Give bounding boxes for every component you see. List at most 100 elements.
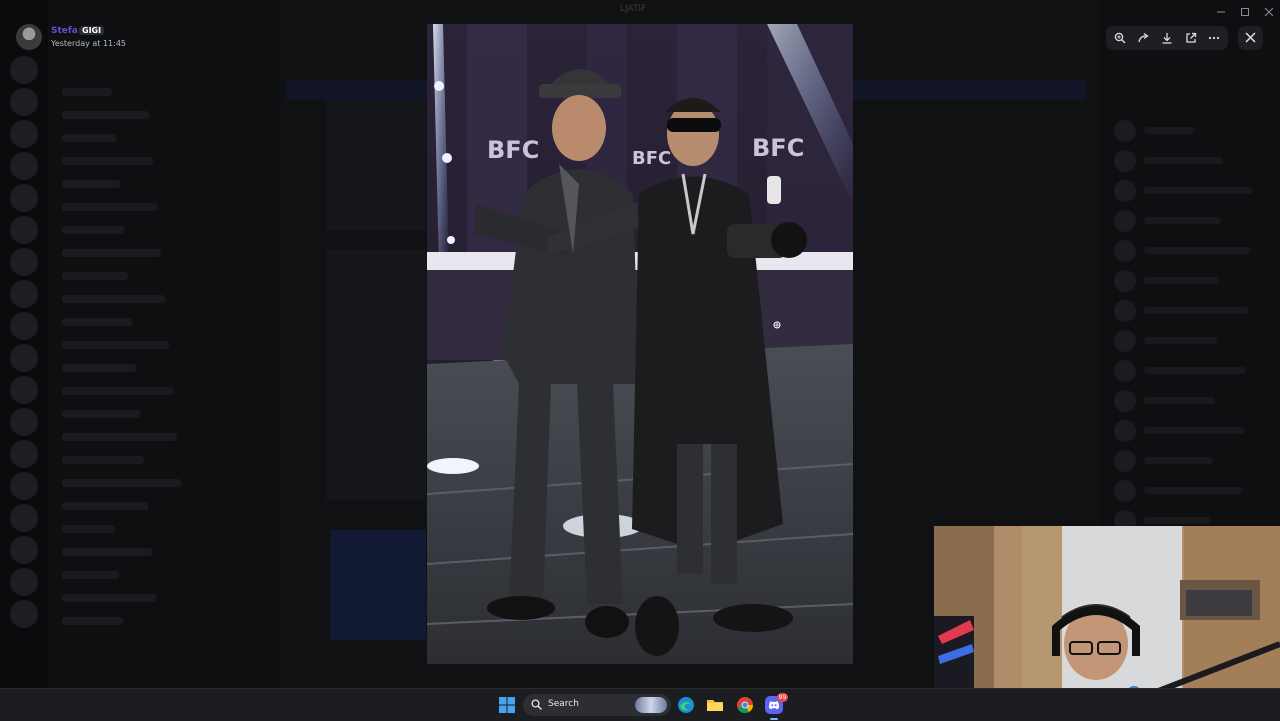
photo-illustration: BFC BFC BFC bbox=[427, 24, 853, 664]
channel-placeholder bbox=[62, 456, 144, 464]
window-title: LJATIF bbox=[620, 4, 647, 14]
server-icon bbox=[10, 376, 38, 404]
channel-placeholder bbox=[62, 203, 157, 211]
server-icon bbox=[10, 184, 38, 212]
member-name-placeholder bbox=[1144, 247, 1250, 254]
member-avatar-placeholder bbox=[1114, 270, 1136, 292]
taskbar-search[interactable]: Search bbox=[523, 694, 671, 716]
member-avatar-placeholder bbox=[1114, 330, 1136, 352]
chrome-icon[interactable] bbox=[736, 696, 754, 714]
windows-taskbar: Search 99 bbox=[0, 688, 1280, 721]
member-name-placeholder bbox=[1144, 157, 1223, 164]
zoom-in-button[interactable] bbox=[1110, 28, 1130, 48]
member-name-placeholder bbox=[1144, 427, 1244, 434]
channel-placeholder bbox=[62, 226, 124, 234]
member-avatar-placeholder bbox=[1114, 210, 1136, 232]
search-icon bbox=[531, 699, 542, 710]
member-name-placeholder bbox=[1144, 457, 1213, 464]
member-avatar-placeholder bbox=[1114, 420, 1136, 442]
channel-placeholder bbox=[62, 502, 148, 510]
backdrop-text: BFC bbox=[632, 148, 671, 169]
server-icon bbox=[10, 472, 38, 500]
server-icon bbox=[10, 600, 38, 628]
server-icon bbox=[10, 88, 38, 116]
server-icon bbox=[10, 408, 38, 436]
minimize-icon[interactable] bbox=[1214, 4, 1228, 18]
message-timestamp: Yesterday at 11:45 bbox=[51, 39, 127, 48]
server-icon bbox=[10, 312, 38, 340]
channel-placeholder bbox=[62, 548, 152, 556]
more-options-button[interactable] bbox=[1204, 28, 1224, 48]
channel-placeholder bbox=[62, 525, 115, 533]
channel-placeholder bbox=[62, 157, 153, 165]
author-tag-badge: GIGI bbox=[79, 26, 105, 35]
member-name-placeholder bbox=[1144, 487, 1242, 494]
forward-button[interactable] bbox=[1134, 28, 1154, 48]
channel-placeholder bbox=[62, 617, 123, 625]
channel-placeholder bbox=[62, 341, 169, 349]
member-name-placeholder bbox=[1144, 517, 1211, 524]
server-icon bbox=[10, 440, 38, 468]
member-name-placeholder bbox=[1144, 217, 1221, 224]
close-viewer-button[interactable] bbox=[1238, 26, 1263, 50]
member-name-placeholder bbox=[1144, 307, 1248, 314]
author-name[interactable]: Stefa bbox=[51, 26, 78, 36]
backdrop-text: BFC bbox=[487, 136, 539, 164]
member-avatar-placeholder bbox=[1114, 240, 1136, 262]
channel-placeholder bbox=[62, 594, 156, 602]
avatar[interactable] bbox=[16, 24, 42, 50]
channel-placeholder bbox=[62, 433, 177, 441]
channel-placeholder bbox=[62, 180, 120, 188]
channel-placeholder bbox=[62, 272, 128, 280]
member-avatar-placeholder bbox=[1114, 390, 1136, 412]
channel-placeholder bbox=[62, 571, 119, 579]
close-icon bbox=[1245, 32, 1256, 43]
zoom-in-icon bbox=[1114, 32, 1126, 44]
member-name-placeholder bbox=[1144, 127, 1194, 134]
member-avatar-placeholder bbox=[1114, 480, 1136, 502]
server-icon bbox=[10, 568, 38, 596]
backdrop-text: BFC bbox=[752, 134, 804, 162]
member-avatar-placeholder bbox=[1114, 300, 1136, 322]
member-name-placeholder bbox=[1144, 397, 1215, 404]
cursor-icon bbox=[773, 321, 781, 329]
channel-placeholder bbox=[62, 364, 136, 372]
channel-placeholder bbox=[62, 479, 181, 487]
discord-notification-badge: 99 bbox=[777, 693, 788, 702]
maximize-icon[interactable] bbox=[1238, 4, 1252, 18]
server-icon bbox=[10, 536, 38, 564]
member-avatar-placeholder bbox=[1114, 150, 1136, 172]
window-close-icon[interactable] bbox=[1262, 4, 1276, 18]
server-icon bbox=[10, 504, 38, 532]
server-icon bbox=[10, 344, 38, 372]
file-explorer-icon[interactable] bbox=[706, 696, 724, 714]
member-name-placeholder bbox=[1144, 337, 1217, 344]
media-viewer-toolbar bbox=[1106, 26, 1228, 50]
member-avatar-placeholder bbox=[1114, 180, 1136, 202]
server-icon bbox=[10, 248, 38, 276]
channel-placeholder bbox=[62, 134, 116, 142]
channel-placeholder bbox=[62, 318, 132, 326]
channel-placeholder bbox=[62, 111, 149, 119]
media-photo[interactable]: BFC BFC BFC bbox=[427, 24, 853, 664]
channel-placeholder bbox=[62, 88, 112, 96]
channel-placeholder bbox=[62, 249, 161, 257]
search-highlight-image bbox=[635, 697, 667, 713]
member-avatar-placeholder bbox=[1114, 360, 1136, 382]
message-image bbox=[326, 250, 426, 500]
server-icon bbox=[10, 152, 38, 180]
edge-icon[interactable] bbox=[677, 696, 695, 714]
server-icon bbox=[10, 216, 38, 244]
message-image bbox=[330, 530, 426, 640]
channel-placeholder bbox=[62, 410, 140, 418]
open-in-browser-button[interactable] bbox=[1181, 28, 1201, 48]
member-name-placeholder bbox=[1144, 277, 1219, 284]
search-label: Search bbox=[548, 699, 579, 709]
download-button[interactable] bbox=[1157, 28, 1177, 48]
member-name-placeholder bbox=[1144, 367, 1246, 374]
server-icon bbox=[10, 280, 38, 308]
member-avatar-placeholder bbox=[1114, 120, 1136, 142]
windows-start-icon[interactable] bbox=[498, 696, 516, 714]
message-image bbox=[326, 100, 426, 230]
channel-placeholder bbox=[62, 387, 173, 395]
